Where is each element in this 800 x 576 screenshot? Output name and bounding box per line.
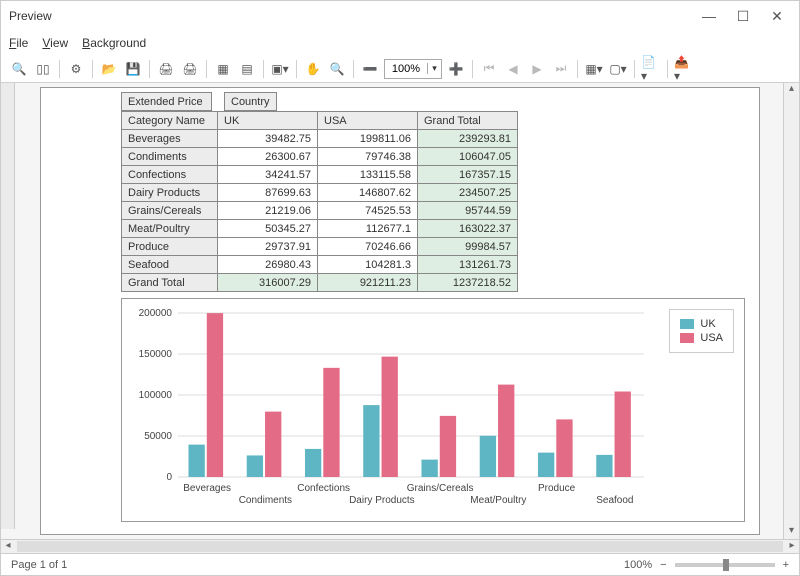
- toolbar: 🔍 ▯▯ ⚙ 📂 💾 🖨 🖨 ▦ ▤ ▣▾ ✋ 🔍 ➖ ▾ ➕ ⏮ ◀ ▶ ⏭ …: [1, 55, 799, 83]
- menubar: File View Background: [1, 31, 799, 55]
- table-row: Beverages39482.75199811.06239293.81: [122, 130, 518, 148]
- vertical-ruler: [1, 83, 15, 529]
- cell-extended-price: Extended Price: [122, 93, 212, 111]
- zoom-plus-icon[interactable]: +: [783, 559, 789, 571]
- chart-container: UK USA 050000100000150000200000Beverages…: [121, 298, 745, 522]
- chevron-down-icon[interactable]: ▾: [427, 63, 441, 74]
- svg-text:Grains/Cereals: Grains/Cereals: [407, 483, 474, 494]
- zoom-input[interactable]: [385, 63, 427, 75]
- save-icon[interactable]: 💾: [123, 59, 143, 79]
- svg-text:Meat/Poultry: Meat/Poultry: [470, 495, 526, 506]
- print-icon[interactable]: 🖨: [156, 59, 176, 79]
- svg-text:Confections: Confections: [297, 483, 350, 494]
- prev-page-icon[interactable]: ◀: [503, 59, 523, 79]
- horizontal-scrollbar[interactable]: ◂ ▸: [1, 539, 799, 553]
- quick-print-icon[interactable]: 🖨: [180, 59, 200, 79]
- pivot-table: Extended Price Country: [121, 92, 277, 111]
- pivot-data-table: Category NameUKUSAGrand TotalBeverages39…: [121, 111, 518, 292]
- scroll-down-icon[interactable]: ▾: [784, 525, 799, 539]
- window-title: Preview: [9, 9, 701, 23]
- watermark-icon[interactable]: ▣▾: [270, 59, 290, 79]
- table-row: Meat/Poultry50345.27112677.1163022.37: [122, 220, 518, 238]
- table-row: Grains/Cereals21219.0674525.5395744.59: [122, 202, 518, 220]
- magnifier-icon[interactable]: 🔍: [327, 59, 347, 79]
- svg-text:50000: 50000: [144, 431, 172, 442]
- minimize-button[interactable]: —: [701, 8, 717, 24]
- zoom-out-icon[interactable]: ➖: [360, 59, 380, 79]
- menu-view[interactable]: View: [42, 36, 68, 50]
- thumbnails-icon[interactable]: ▯▯: [33, 59, 53, 79]
- vertical-scrollbar[interactable]: ▴ ▾: [783, 83, 799, 539]
- table-row: Condiments26300.6779746.38106047.05: [122, 148, 518, 166]
- content-area: Extended Price Country Category NameUKUS…: [1, 83, 799, 539]
- status-zoom: 100%: [624, 559, 652, 571]
- svg-text:100000: 100000: [139, 390, 173, 401]
- send-icon[interactable]: 📤▾: [674, 59, 694, 79]
- zoom-in-icon[interactable]: ➕: [446, 59, 466, 79]
- page-indicator: Page 1 of 1: [11, 559, 67, 571]
- table-row: Dairy Products87699.63146807.62234507.25: [122, 184, 518, 202]
- svg-text:200000: 200000: [139, 308, 173, 319]
- scale-icon[interactable]: ▤: [237, 59, 257, 79]
- first-page-icon[interactable]: ⏮: [479, 59, 499, 79]
- zoom-slider[interactable]: [675, 563, 775, 567]
- scroll-up-icon[interactable]: ▴: [784, 83, 799, 97]
- scroll-right-icon[interactable]: ▸: [785, 540, 799, 553]
- statusbar: Page 1 of 1 100% − +: [1, 553, 799, 575]
- svg-text:Produce: Produce: [538, 483, 576, 494]
- background-color-icon[interactable]: ▢▾: [608, 59, 628, 79]
- open-icon[interactable]: 📂: [99, 59, 119, 79]
- scroll-left-icon[interactable]: ◂: [1, 540, 15, 553]
- table-row: Seafood26980.43104281.3131261.73: [122, 256, 518, 274]
- zoom-minus-icon[interactable]: −: [660, 559, 666, 571]
- svg-text:150000: 150000: [139, 349, 173, 360]
- next-page-icon[interactable]: ▶: [527, 59, 547, 79]
- svg-text:Beverages: Beverages: [183, 483, 231, 494]
- maximize-button[interactable]: ☐: [735, 8, 751, 24]
- menu-background[interactable]: Background: [82, 36, 146, 50]
- svg-text:Seafood: Seafood: [596, 495, 633, 506]
- export-icon[interactable]: 📄▾: [641, 59, 661, 79]
- multipage-icon[interactable]: ▦▾: [584, 59, 604, 79]
- parameters-icon[interactable]: ⚙: [66, 59, 86, 79]
- hand-tool-icon[interactable]: ✋: [303, 59, 323, 79]
- table-row: Confections34241.57133115.58167357.15: [122, 166, 518, 184]
- report-page: Extended Price Country Category NameUKUS…: [40, 87, 760, 535]
- cell-country: Country: [225, 93, 277, 111]
- page-setup-icon[interactable]: ▦: [213, 59, 233, 79]
- last-page-icon[interactable]: ⏭: [551, 59, 571, 79]
- binoculars-icon[interactable]: 🔍: [9, 59, 29, 79]
- chart-svg: 0 50000 100000 150000 200000 Beverages Condime…: [122, 299, 744, 521]
- svg-text:Dairy Products: Dairy Products: [349, 495, 415, 506]
- titlebar: Preview — ☐ ✕: [1, 1, 799, 31]
- svg-text:0: 0: [166, 472, 172, 483]
- table-row: Produce29737.9170246.6699984.57: [122, 238, 518, 256]
- menu-file[interactable]: File: [9, 36, 28, 50]
- zoom-combo[interactable]: ▾: [384, 59, 442, 79]
- close-button[interactable]: ✕: [769, 8, 785, 24]
- svg-text:Condiments: Condiments: [239, 495, 292, 506]
